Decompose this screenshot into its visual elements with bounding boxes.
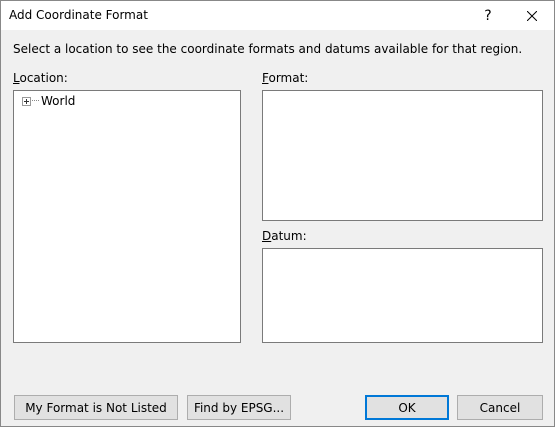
cancel-button[interactable]: Cancel <box>457 395 543 420</box>
tree-node-label: World <box>41 94 76 108</box>
location-tree[interactable]: World <box>13 90 241 343</box>
instructions-text: Select a location to see the coordinate … <box>13 42 523 56</box>
format-list[interactable] <box>262 90 543 221</box>
datum-list[interactable] <box>262 248 543 343</box>
tree-node-world[interactable]: World <box>22 94 75 108</box>
help-icon: ? <box>484 7 492 24</box>
find-by-epsg-button[interactable]: Find by EPSG... <box>187 395 291 420</box>
format-not-listed-button[interactable]: My Format is Not Listed <box>14 395 178 420</box>
tree-connector <box>32 100 39 102</box>
close-button[interactable] <box>510 1 554 30</box>
title-bar: Add Coordinate Format ? <box>1 1 554 30</box>
help-button[interactable]: ? <box>466 1 510 30</box>
ok-button[interactable]: OK <box>365 395 449 420</box>
dialog-title: Add Coordinate Format <box>9 8 148 22</box>
location-label: Location: <box>13 71 68 85</box>
format-label: Format: <box>262 71 309 85</box>
close-icon <box>527 10 537 21</box>
add-coordinate-format-dialog: Add Coordinate Format ? Select a locatio… <box>0 0 555 427</box>
expand-plus-icon[interactable] <box>22 96 31 106</box>
datum-label: Datum: <box>262 229 307 243</box>
